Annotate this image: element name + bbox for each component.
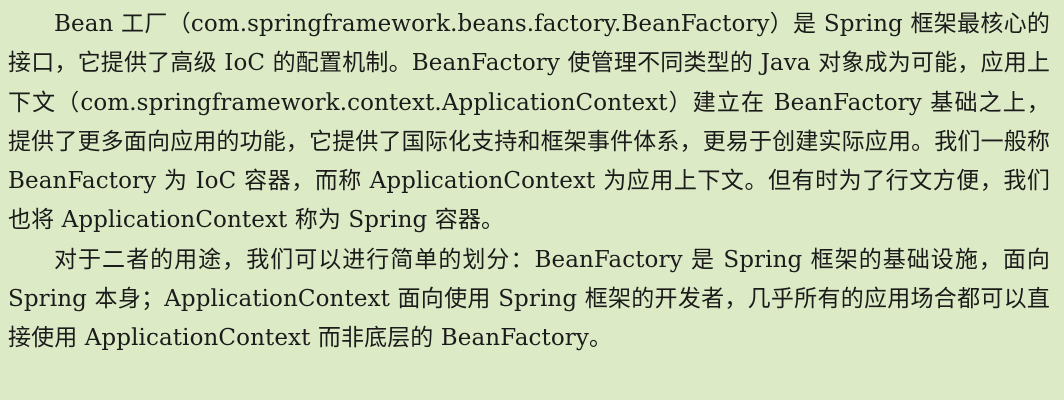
document-page: Bean 工厂（com.springframework.beans.factor…	[0, 0, 1064, 400]
paragraph-2: 对于二者的用途，我们可以进行简单的划分：BeanFactory 是 Spring…	[8, 246, 1050, 352]
paragraph-1: Bean 工厂（com.springframework.beans.factor…	[8, 11, 1050, 234]
